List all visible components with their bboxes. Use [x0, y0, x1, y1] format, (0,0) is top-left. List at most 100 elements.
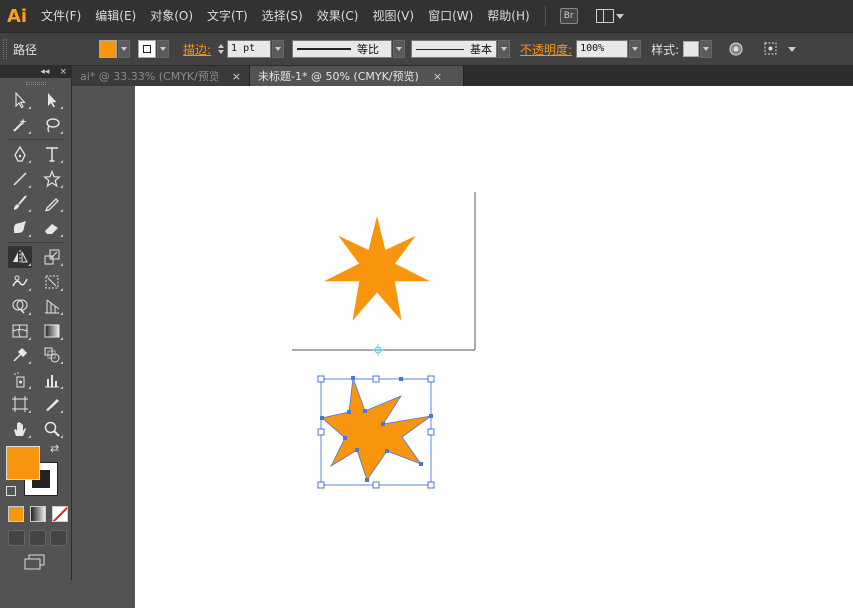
align-options-icon[interactable] [762, 39, 782, 59]
control-bar: 路径 描边: 1 pt 等比 基本 不透明度: 100% 样式: [0, 32, 853, 66]
menu-type[interactable]: 文字(T) [200, 0, 255, 32]
workspace-layout-button[interactable] [595, 9, 624, 23]
lasso-tool-icon[interactable] [40, 114, 64, 136]
line-segment-tool-icon[interactable] [8, 168, 32, 190]
swap-fill-stroke-icon[interactable]: ⇄ [50, 442, 59, 455]
graphic-style-swatch[interactable] [683, 41, 700, 57]
gradient-mode-icon[interactable] [30, 506, 46, 522]
chevron-down-icon [160, 47, 166, 51]
chevron-down-icon[interactable] [788, 46, 797, 52]
tab-label: 未标题-1* @ 50% (CMYK/预览) [258, 70, 419, 83]
menu-help[interactable]: 帮助(H) [480, 0, 536, 32]
none-mode-icon[interactable] [52, 506, 68, 522]
screen-mode-icon[interactable] [24, 554, 46, 570]
close-icon[interactable]: × [433, 70, 442, 83]
brush-dropdown[interactable] [498, 40, 511, 58]
selected-star-shape[interactable] [321, 377, 432, 481]
free-transform-tool-icon[interactable] [40, 271, 64, 293]
stroke-weight-spinner[interactable] [215, 40, 227, 58]
direct-selection-tool-icon[interactable] [40, 89, 64, 111]
tab-document-2[interactable]: 未标题-1* @ 50% (CMYK/预览) × [250, 66, 464, 86]
eyedropper-tool-icon[interactable] [8, 344, 32, 366]
menu-edit[interactable]: 编辑(E) [88, 0, 143, 32]
menu-select[interactable]: 选择(S) [255, 0, 310, 32]
gradient-tool-icon[interactable] [40, 320, 64, 342]
pen-tool-icon[interactable] [8, 143, 32, 165]
stroke-color-picker[interactable] [138, 40, 169, 58]
magic-wand-tool-icon[interactable] [8, 114, 32, 136]
artboard[interactable] [135, 86, 853, 608]
warp-tool-icon[interactable] [8, 271, 32, 293]
blend-tool-icon[interactable] [40, 344, 64, 366]
stroke-weight-field[interactable]: 1 pt [227, 40, 272, 58]
menu-object[interactable]: 对象(O) [143, 0, 200, 32]
panel-grip[interactable] [3, 39, 7, 59]
paintbrush-tool-icon[interactable] [8, 192, 32, 214]
type-tool-icon[interactable] [40, 143, 64, 165]
menu-effect[interactable]: 效果(C) [310, 0, 366, 32]
mesh-tool-icon[interactable] [8, 320, 32, 342]
tools-panel: ◂◂ × ⇄ [0, 66, 72, 580]
bridge-icon[interactable]: Br [559, 8, 578, 24]
slice-tool-icon[interactable] [40, 393, 64, 415]
menu-separator [544, 6, 546, 26]
draw-normal-icon[interactable] [8, 530, 25, 546]
zoom-tool-icon[interactable] [40, 418, 64, 440]
star-tool-icon[interactable] [40, 168, 64, 190]
pencil-tool-icon[interactable] [40, 192, 64, 214]
stroke-swatch[interactable] [138, 40, 156, 58]
fill-color-swatch[interactable] [6, 446, 40, 480]
star-shape[interactable] [324, 216, 430, 321]
style-label: 样式: [651, 42, 680, 57]
fill-dropdown[interactable] [118, 40, 130, 58]
menu-window[interactable]: 窗口(W) [421, 0, 480, 32]
variable-width-profile[interactable]: 等比 [292, 40, 393, 58]
chevron-down-icon [615, 13, 624, 19]
fill-stroke-control: ⇄ [6, 442, 66, 498]
chevron-down-icon [703, 47, 710, 51]
hand-tool-icon[interactable] [8, 418, 32, 440]
brush-definition[interactable]: 基本 [411, 40, 498, 58]
stroke-dropdown[interactable] [157, 40, 169, 58]
tools-panel-header: ◂◂ × [0, 66, 71, 78]
tab-document-1[interactable]: ai* @ 33.33% (CMYK/预览) × [72, 66, 250, 86]
color-mode-row [8, 506, 68, 522]
stroke-label[interactable]: 描边: [183, 41, 211, 58]
color-mode-icon[interactable] [8, 506, 24, 522]
draw-behind-icon[interactable] [29, 530, 46, 546]
column-graph-tool-icon[interactable] [40, 369, 64, 391]
chevron-down-icon [275, 47, 282, 51]
perspective-grid-tool-icon[interactable] [40, 295, 64, 317]
fill-swatch[interactable] [99, 40, 117, 58]
fill-color-picker[interactable] [99, 40, 130, 58]
symbol-sprayer-tool-icon[interactable] [8, 369, 32, 391]
stroke-weight-dropdown[interactable] [272, 40, 285, 58]
close-icon[interactable]: × [232, 70, 241, 83]
arrow-down-icon [218, 50, 225, 54]
menu-view[interactable]: 视图(V) [365, 0, 421, 32]
selection-tool-icon[interactable] [8, 89, 32, 111]
menu-file[interactable]: 文件(F) [34, 0, 88, 32]
panel-grip[interactable] [0, 78, 71, 88]
opacity-label[interactable]: 不透明度: [520, 41, 572, 58]
eraser-tool-icon[interactable] [40, 217, 64, 239]
opacity-dropdown[interactable] [629, 40, 642, 58]
draw-inside-icon[interactable] [50, 530, 67, 546]
shape-builder-tool-icon[interactable] [8, 295, 32, 317]
artboard-tool-icon[interactable] [8, 393, 32, 415]
close-icon[interactable]: × [59, 67, 67, 77]
collapse-icon[interactable]: ◂◂ [40, 67, 49, 77]
style-dropdown[interactable] [700, 40, 713, 58]
opacity-field[interactable]: 100% [576, 40, 629, 58]
reference-point-icon[interactable] [372, 344, 384, 356]
chevron-down-icon [501, 47, 508, 51]
recolor-icon[interactable] [726, 39, 746, 59]
blob-brush-tool-icon[interactable] [8, 217, 32, 239]
default-colors-icon[interactable] [6, 486, 16, 496]
reflect-tool-icon[interactable] [8, 246, 32, 269]
tab-label: ai* @ 33.33% (CMYK/预览) [80, 70, 218, 83]
profile-dropdown[interactable] [393, 40, 406, 58]
scale-tool-icon[interactable] [40, 246, 64, 268]
canvas-area[interactable] [72, 86, 853, 608]
document-tab-bar: ai* @ 33.33% (CMYK/预览) × 未标题-1* @ 50% (C… [72, 66, 853, 86]
